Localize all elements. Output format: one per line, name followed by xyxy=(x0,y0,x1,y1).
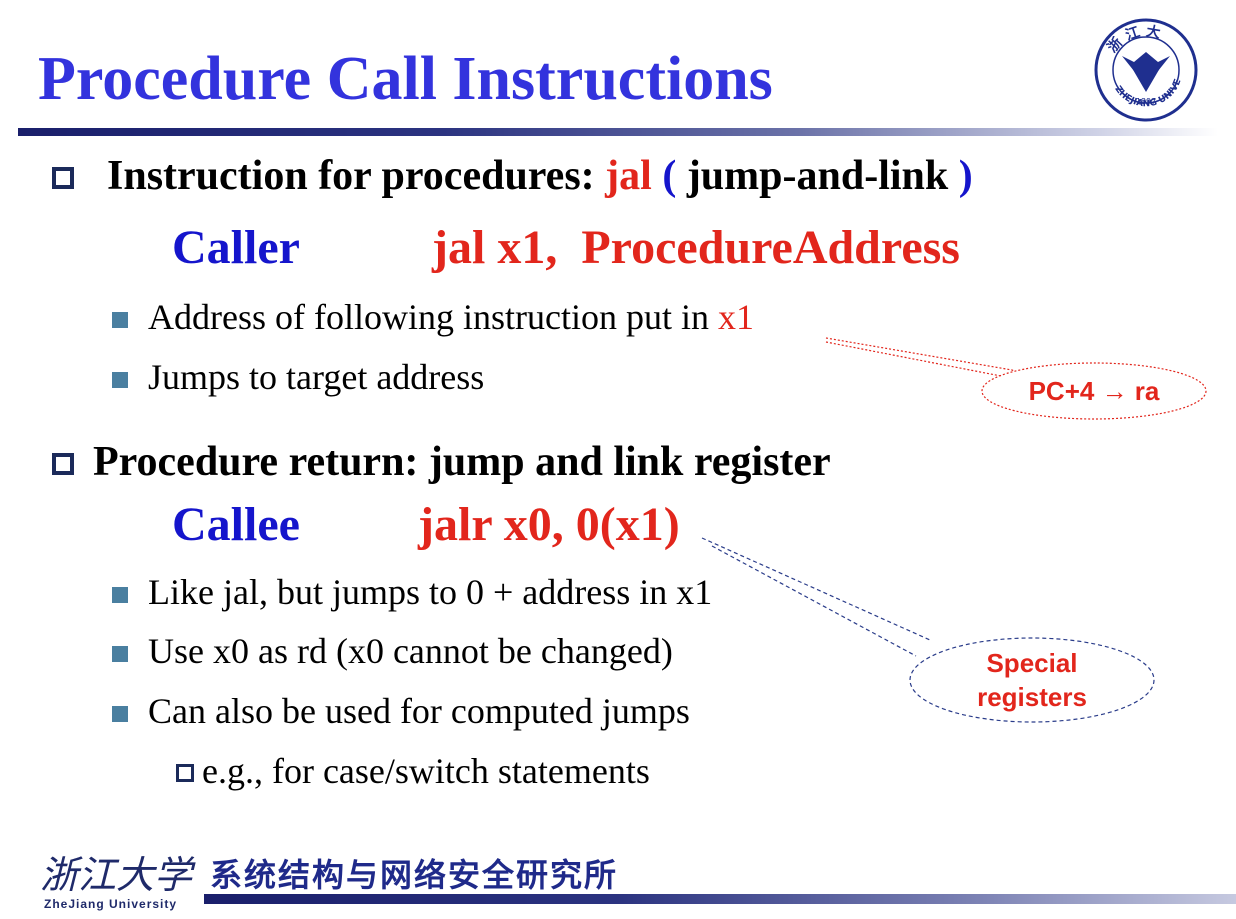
bullet-computed-jumps: Can also be used for computed jumps xyxy=(148,691,690,731)
callout-line2: registers xyxy=(977,682,1087,712)
footer-institute-name: 系统结构与网络安全研究所 xyxy=(210,856,619,894)
square-bullet-icon xyxy=(112,587,128,603)
square-bullet-icon xyxy=(112,646,128,662)
callout-pc4-ra: PC+4 → ra xyxy=(1028,376,1160,406)
bullet-like-jal: Like jal, but jumps to 0 + address in x1 xyxy=(148,572,713,612)
hollow-square-subbullet-icon xyxy=(176,764,194,782)
callee-instruction: jalr x0, 0(x1) xyxy=(418,498,680,551)
hollow-square-bullet-icon xyxy=(52,453,74,475)
subbullet-case-switch: e.g., for case/switch statements xyxy=(202,751,650,791)
callout-line1: Special xyxy=(986,648,1078,678)
callee-label: Callee xyxy=(172,498,300,551)
footer-logo-calligraphy: 浙江大学 xyxy=(40,853,193,897)
callout-special-registers: Special registers xyxy=(940,646,1124,714)
footer-logo-english: ZheJiang University xyxy=(44,897,178,911)
footer-bar xyxy=(204,894,1236,904)
section2-heading: Procedure return: jump and link register xyxy=(93,439,831,485)
square-bullet-icon xyxy=(112,706,128,722)
bullet-use-x0: Use x0 as rd (x0 cannot be changed) xyxy=(148,631,673,671)
